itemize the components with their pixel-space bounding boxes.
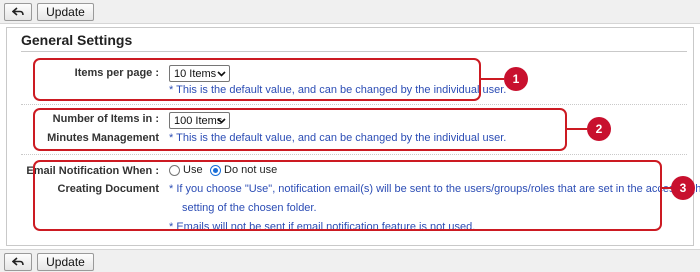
update-button[interactable]: Update: [37, 3, 94, 21]
callout-connector-1: [481, 78, 504, 80]
update-button[interactable]: Update: [37, 253, 94, 271]
back-arrow-icon: [12, 257, 24, 266]
page-title: General Settings: [21, 32, 133, 48]
row-divider: [21, 154, 687, 155]
callout-badge-3: 3: [671, 176, 695, 200]
back-arrow-icon: [12, 7, 24, 16]
callout-box-2: [33, 108, 567, 151]
top-toolbar: Update: [0, 0, 700, 24]
callout-box-3: [33, 160, 662, 231]
row-divider: [21, 104, 687, 105]
back-button[interactable]: [4, 3, 32, 21]
callout-connector-2: [567, 128, 587, 130]
title-divider: [21, 51, 687, 52]
back-button[interactable]: [4, 253, 32, 271]
bottom-toolbar: Update: [0, 249, 700, 272]
callout-box-1: [33, 58, 481, 101]
callout-badge-2: 2: [587, 117, 611, 141]
callout-badge-1: 1: [504, 67, 528, 91]
